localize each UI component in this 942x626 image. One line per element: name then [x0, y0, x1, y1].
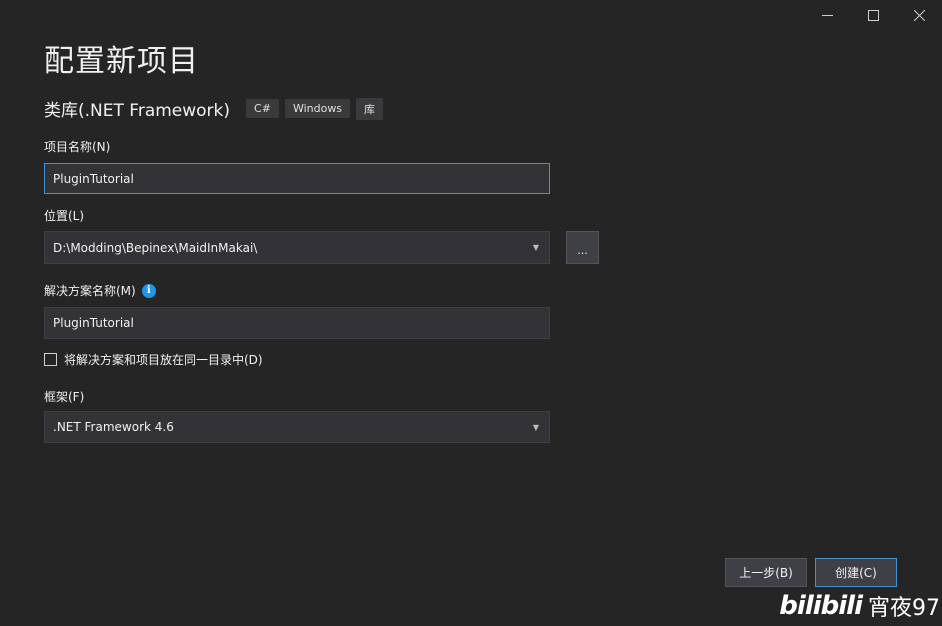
framework-combobox[interactable]: .NET Framework 4.6 ▼	[44, 411, 550, 443]
maximize-button[interactable]	[850, 0, 896, 30]
browse-button[interactable]: ...	[566, 231, 599, 264]
project-name-value: PluginTutorial	[53, 171, 134, 186]
same-directory-label[interactable]: 将解决方案和项目放在同一目录中(D)	[64, 351, 263, 368]
same-directory-option: 将解决方案和项目放在同一目录中(D)	[44, 351, 263, 368]
watermark: bilibili 宵夜97	[779, 590, 940, 622]
solution-name-value: PluginTutorial	[53, 316, 134, 330]
maximize-icon	[867, 6, 879, 25]
template-name: 类库(.NET Framework)	[44, 101, 231, 121]
project-name-label: 项目名称(N)	[44, 140, 111, 154]
solution-name-label: 解决方案名称(M)	[44, 284, 136, 298]
create-button[interactable]: 创建(C)	[815, 558, 897, 587]
watermark-username: 宵夜97	[868, 596, 940, 621]
tag-project-type: 库	[356, 97, 384, 120]
solution-name-label-row: 解决方案名称(M) i	[44, 282, 156, 299]
page-title: 配置新项目	[44, 44, 199, 79]
framework-label: 框架(F)	[44, 390, 85, 404]
template-summary: 类库(.NET Framework) C# Windows 库	[44, 96, 389, 121]
minimize-button[interactable]	[804, 0, 850, 30]
close-button[interactable]	[896, 0, 942, 30]
minimize-icon	[821, 6, 833, 25]
window-controls	[804, 0, 942, 30]
project-name-input[interactable]: PluginTutorial	[44, 163, 550, 194]
location-label: 位置(L)	[44, 209, 85, 223]
location-value: D:\Modding\Bepinex\MaidInMakai\	[53, 240, 258, 255]
info-icon[interactable]: i	[141, 283, 156, 298]
configure-project-window: 配置新项目 类库(.NET Framework) C# Windows 库 项目…	[0, 0, 942, 626]
location-combobox[interactable]: D:\Modding\Bepinex\MaidInMakai\ ▼	[44, 231, 550, 264]
close-icon	[913, 6, 925, 25]
bilibili-logo: bilibili	[779, 591, 863, 621]
tag-language: C#	[246, 99, 279, 118]
chevron-down-icon[interactable]: ▼	[531, 423, 541, 432]
chevron-down-icon[interactable]: ▼	[531, 243, 541, 252]
tag-platform: Windows	[284, 99, 351, 118]
solution-name-input[interactable]: PluginTutorial	[44, 307, 550, 339]
framework-value: .NET Framework 4.6	[53, 420, 174, 434]
same-directory-checkbox[interactable]	[44, 353, 57, 366]
back-button[interactable]: 上一步(B)	[725, 558, 807, 587]
